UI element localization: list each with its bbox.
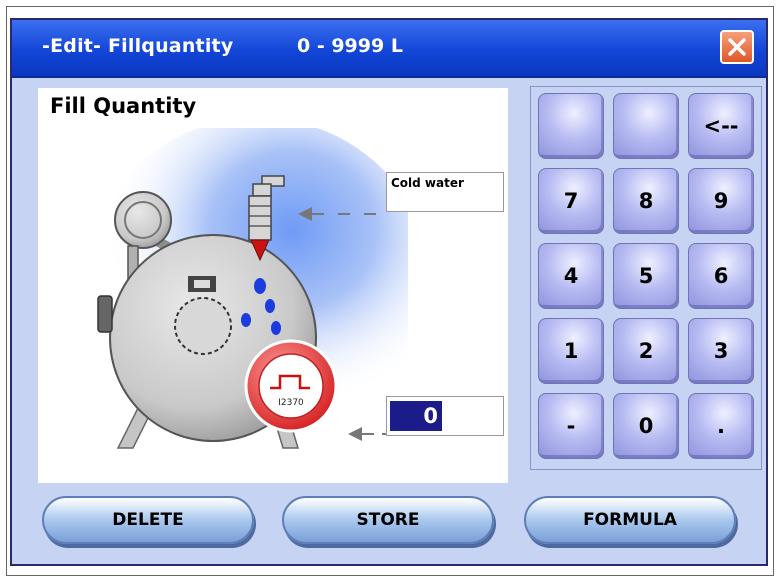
key-9[interactable]: 9 xyxy=(688,168,754,234)
key-0[interactable]: 0 xyxy=(613,393,679,459)
meter-label: I2370 xyxy=(278,398,304,408)
key-1[interactable]: 1 xyxy=(538,318,604,384)
fill-quantity-value: 0 xyxy=(390,401,442,431)
edit-dialog: -Edit- Fillquantity 0 - 9999 L Fill Quan… xyxy=(10,18,768,566)
water-drop-icon xyxy=(254,278,266,294)
fill-quantity-panel: Fill Quantity I2370 Cold water 0 xyxy=(38,88,508,483)
delete-button[interactable]: DELETE xyxy=(42,496,254,544)
close-button[interactable] xyxy=(720,30,754,64)
window-title: -Edit- Fillquantity xyxy=(42,35,234,57)
range-label: 0 - 9999 L xyxy=(297,35,403,57)
key-6[interactable]: 6 xyxy=(688,243,754,309)
key-blank-2[interactable] xyxy=(613,93,679,159)
key-7[interactable]: 7 xyxy=(538,168,604,234)
key-5[interactable]: 5 xyxy=(613,243,679,309)
panel-title: Fill Quantity xyxy=(50,94,197,118)
numeric-keypad: <-- 7 8 9 4 5 6 1 2 3 -0. xyxy=(530,86,762,470)
store-button[interactable]: STORE xyxy=(282,496,494,544)
pump-icon xyxy=(114,191,172,249)
key-8[interactable]: 8 xyxy=(613,168,679,234)
key-4[interactable]: 4 xyxy=(538,243,604,309)
close-icon xyxy=(728,38,746,56)
title-bar: -Edit- Fillquantity 0 - 9999 L xyxy=(12,20,766,78)
key-3[interactable]: 3 xyxy=(688,318,754,384)
arrow-to-value xyxy=(348,427,388,441)
tank-illustration: I2370 xyxy=(88,128,408,449)
product-description-field[interactable]: Cold water xyxy=(386,172,504,212)
key-minus[interactable]: - xyxy=(538,393,604,459)
fill-quantity-input[interactable]: 0 xyxy=(386,396,504,436)
key-dot[interactable]: . xyxy=(688,393,754,459)
key-blank-1[interactable] xyxy=(538,93,604,159)
tank-handle xyxy=(97,295,113,333)
key-2[interactable]: 2 xyxy=(613,318,679,384)
formula-button[interactable]: FORMULA xyxy=(524,496,736,544)
key-backspace[interactable]: <-- xyxy=(688,93,754,159)
gauge-icon xyxy=(174,297,232,355)
